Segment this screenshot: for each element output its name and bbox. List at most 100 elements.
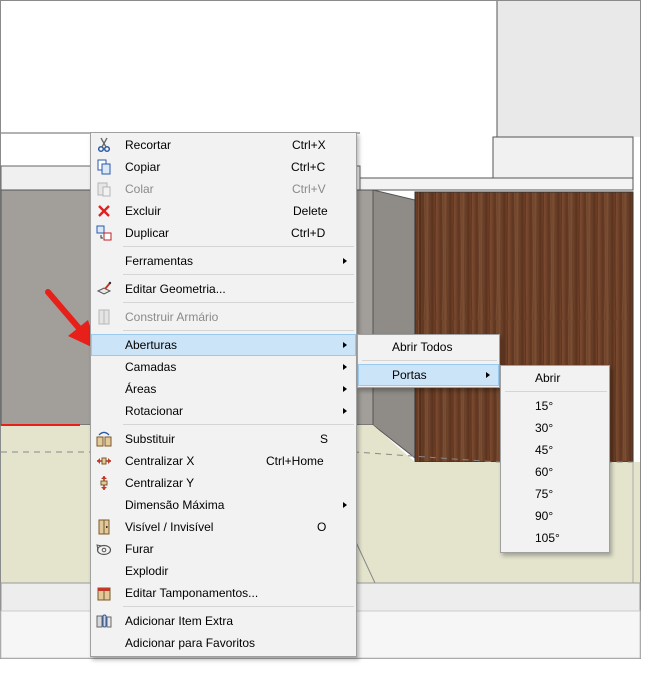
menu-item-explodir[interactable]: Explodir [91,560,356,582]
menu-item-construir-armario[interactable]: Construir Armário [91,306,356,328]
menu-separator [362,360,497,361]
submenu-arrow-icon [343,502,347,508]
menu-item-label: Áreas [125,382,157,396]
menu-item-excluir[interactable]: Excluir Delete [91,200,356,222]
menu-item-furar[interactable]: Furar [91,538,356,560]
menu-item-label: Adicionar para Favoritos [125,636,256,650]
menu-separator [123,330,354,331]
submenu-arrow-icon [486,372,490,378]
menu-item-label: Dimensão Máxima [125,498,225,512]
menu-item-visivel-invisivel[interactable]: Visível / Invisível O [91,516,356,538]
menu-item-label: 105° [535,531,560,545]
menu-item-label: Adicionar Item Extra [125,614,234,628]
visibility-icon [98,519,110,535]
menu-item-centralizar-x[interactable]: Centralizar X Ctrl+Home [91,450,356,472]
replace-icon [96,431,112,447]
extra-item-icon [96,614,112,628]
menu-item-shortcut: Ctrl+C [291,160,326,174]
menu-item-substituir[interactable]: Substituir S [91,428,356,450]
menu-separator [123,606,354,607]
scissors-icon [97,137,111,153]
menu-separator [123,246,354,247]
menu-item-label: Portas [392,368,427,382]
menu-item-label: 75° [535,487,554,501]
menu-item-shortcut: Ctrl+V [292,182,326,196]
menu-item-copiar[interactable]: Copiar Ctrl+C [91,156,356,178]
menu-item-shortcut: Ctrl+X [292,138,326,152]
menu-item-15-degrees[interactable]: 15° [501,395,609,417]
portas-submenu: Abrir 15° 30° 45° 60° 75° 90° 105° [500,365,610,553]
cabinet-icon [98,309,110,325]
menu-item-60-degrees[interactable]: 60° [501,461,609,483]
menu-item-duplicar[interactable]: Duplicar Ctrl+D [91,222,356,244]
menu-item-centralizar-y[interactable]: Centralizar Y [91,472,356,494]
menu-item-shortcut: Delete [293,204,328,218]
center-y-icon [100,476,108,490]
menu-item-abrir-todos[interactable]: Abrir Todos [358,336,499,358]
menu-item-adicionar-favoritos[interactable]: Adicionar para Favoritos [91,632,356,654]
menu-item-label: Abrir [535,371,561,385]
edit-geometry-icon [96,281,112,295]
menu-item-label: Construir Armário [125,310,219,324]
duplicate-icon [96,225,112,241]
menu-separator [123,302,354,303]
menu-item-label: Visível / Invisível [125,520,214,534]
menu-item-label: Copiar [125,160,161,174]
menu-item-45-degrees[interactable]: 45° [501,439,609,461]
menu-item-75-degrees[interactable]: 75° [501,483,609,505]
edit-panels-icon [97,587,111,601]
submenu-arrow-icon [343,258,347,264]
menu-item-30-degrees[interactable]: 30° [501,417,609,439]
menu-item-label: Colar [125,182,154,196]
menu-separator [505,391,607,392]
menu-item-90-degrees[interactable]: 90° [501,505,609,527]
menu-item-label: Furar [125,542,154,556]
menu-item-label: Explodir [125,564,169,578]
menu-item-label: Editar Geometria... [125,282,226,296]
submenu-arrow-icon [343,364,347,370]
menu-item-abrir[interactable]: Abrir [501,367,609,389]
menu-item-shortcut: S [320,432,329,446]
menu-item-label: 15° [535,399,554,413]
menu-item-areas[interactable]: Áreas [91,378,356,400]
menu-item-label: Centralizar Y [125,476,195,490]
menu-item-label: 90° [535,509,554,523]
drill-icon [96,544,112,556]
menu-item-label: Duplicar [125,226,170,240]
menu-item-label: Abrir Todos [392,340,453,354]
submenu-arrow-icon [343,342,347,348]
menu-item-label: Recortar [125,138,172,152]
menu-item-label: Centralizar X [125,454,195,468]
menu-item-adicionar-item-extra[interactable]: Adicionar Item Extra [91,610,356,632]
menu-item-camadas[interactable]: Camadas [91,356,356,378]
menu-item-label: Editar Tamponamentos... [125,586,259,600]
menu-item-label: Aberturas [125,338,178,352]
menu-item-shortcut: O [317,520,327,534]
menu-item-105-degrees[interactable]: 105° [501,527,609,549]
paste-icon [97,182,111,197]
menu-separator [123,424,354,425]
menu-item-shortcut: Ctrl+D [291,226,326,240]
menu-item-recortar[interactable]: Recortar Ctrl+X [91,134,356,156]
menu-item-label: Camadas [125,360,177,374]
menu-separator [123,274,354,275]
menu-item-dimensao-maxima[interactable]: Dimensão Máxima [91,494,356,516]
submenu-arrow-icon [343,408,347,414]
menu-item-portas[interactable]: Portas [358,364,499,386]
copy-icon [97,159,111,175]
menu-item-shortcut: Ctrl+Home [266,454,324,468]
menu-item-ferramentas[interactable]: Ferramentas [91,250,356,272]
context-menu: Recortar Ctrl+X Copiar Ctrl+C Colar Ctrl… [90,132,357,657]
menu-item-editar-geometria[interactable]: Editar Geometria... [91,278,356,300]
submenu-arrow-icon [343,386,347,392]
menu-item-label: Rotacionar [125,404,184,418]
menu-item-rotacionar[interactable]: Rotacionar [91,400,356,422]
menu-item-colar[interactable]: Colar Ctrl+V [91,178,356,200]
menu-item-label: 45° [535,443,554,457]
menu-item-editar-tamponamentos[interactable]: Editar Tamponamentos... [91,582,356,604]
menu-item-label: Ferramentas [125,254,194,268]
menu-item-label: Substituir [125,432,176,446]
menu-item-aberturas[interactable]: Aberturas [91,334,356,356]
aberturas-submenu: Abrir Todos Portas [357,334,500,388]
menu-item-label: 30° [535,421,554,435]
